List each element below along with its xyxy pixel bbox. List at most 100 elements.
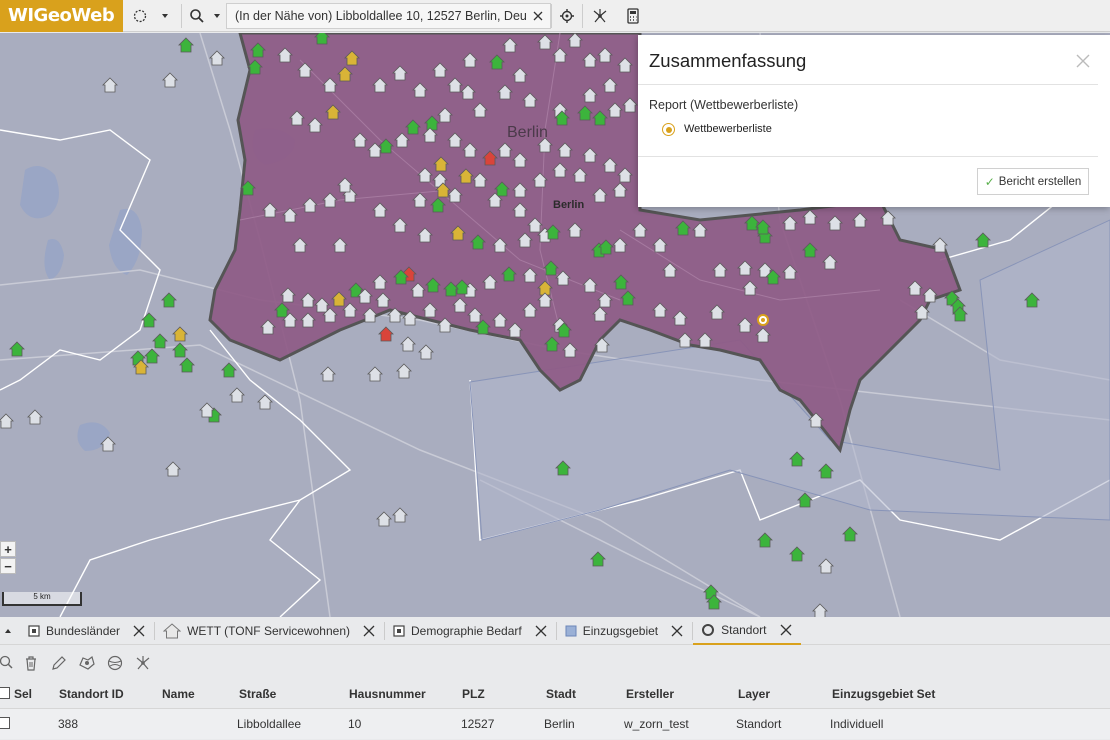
close-icon[interactable] [534,624,548,638]
search-mode-button[interactable] [182,0,212,32]
radio-selected-dot [665,126,672,133]
edit-button[interactable] [48,652,70,674]
close-icon[interactable] [670,624,684,638]
column-header-hausnummer[interactable]: Hausnummer [349,687,426,701]
network-icon [136,656,150,670]
collapse-panel-button[interactable] [0,617,20,645]
house-marker-green-icon[interactable] [314,33,330,45]
crosshair-icon [560,8,574,23]
tab-wett[interactable]: WETT (TONF Servicewohnen) [155,617,384,645]
column-header-plz[interactable]: PLZ [462,687,485,701]
column-header-layer[interactable]: Layer [738,687,770,701]
column-header-standort-id[interactable]: Standort ID [59,687,124,701]
search-input[interactable] [227,3,526,28]
house-icon [163,622,182,638]
tab-standort[interactable]: Standort [693,617,801,645]
layer-square-icon [28,624,40,637]
select-all-checkbox[interactable] [0,687,10,699]
results-table: Sel Standort ID Name Straße Hausnummer P… [0,679,1110,739]
dashed-circle-icon [133,9,147,22]
layer-tabs: Bundesländer WETT (TONF Servicewohnen) D… [0,617,1110,645]
column-header-strasse[interactable]: Straße [239,687,276,701]
table-header-row: Sel Standort ID Name Straße Hausnummer P… [0,679,1110,709]
summary-panel: Zusammenfassung Report (Wettbewerberlist… [638,35,1110,207]
cell-strasse: Libboldallee [237,717,302,731]
tab-demographie[interactable]: Demographie Bedarf [385,617,556,645]
column-header-name[interactable]: Name [162,687,195,701]
pencil-icon [52,656,66,670]
close-icon [1076,54,1090,68]
close-icon [533,11,543,20]
close-icon[interactable] [779,623,793,637]
tab-bundeslaender[interactable]: Bundesländer [20,617,154,645]
catchment-tool-button[interactable] [76,652,98,674]
zoom-out-button[interactable]: − [0,558,16,574]
caret-down-icon [162,13,168,18]
cell-ersteller: w_zorn_test [624,717,689,731]
create-report-button[interactable]: ✓ Bericht erstellen [977,168,1089,195]
circle-icon [702,623,715,636]
map-label-berlin: Berlin [507,124,548,141]
cell-stadt: Berlin [544,717,575,731]
tab-einzugsgebiet[interactable]: Einzugsgebiet [557,617,692,645]
cell-standort-id: 388 [58,717,79,731]
close-icon[interactable] [362,624,376,638]
divider [638,84,1098,85]
column-header-stadt[interactable]: Stadt [546,687,576,701]
network-button[interactable] [132,652,154,674]
globe-icon [107,655,123,671]
trash-icon [26,656,36,671]
area-square-icon [565,625,577,636]
locate-button[interactable] [552,0,582,32]
layer-square-icon [393,624,405,637]
grid-actions [0,651,154,675]
select-dropdown-button[interactable] [157,0,173,32]
search-field[interactable] [226,2,551,29]
tab-label: Bundesländer [46,623,121,638]
caret-up-icon [5,628,11,633]
tab-label: Einzugsgebiet [582,623,659,638]
cell-einzugsgebiet-set: Individuell [830,717,884,731]
column-header-sel[interactable]: Sel [14,687,32,701]
delete-button[interactable] [20,652,42,674]
caret-down-icon [214,13,220,18]
check-icon: ✓ [984,174,995,189]
tab-label: Standort [721,622,767,637]
zoom-in-button[interactable]: + [0,541,16,557]
summary-title: Zusammenfassung [649,50,807,71]
create-report-label: Bericht erstellen [998,175,1082,188]
scale-label: 5 km [33,592,51,601]
app-logo: WIGeoWeb [0,0,123,32]
tab-label: Demographie Bedarf [411,623,522,638]
zoom-to-button[interactable] [0,652,14,674]
report-label: Report (Wettbewerberliste) [649,98,799,112]
row-checkbox[interactable] [0,717,10,729]
report-option-radio[interactable] [662,123,675,136]
map-label-berlin-small: Berlin [553,199,584,211]
column-header-einzugsgebiet-set[interactable]: Einzugsgebiet Set [832,687,935,701]
lasso-select-button[interactable] [123,0,157,32]
bottom-panel: Bundesländer WETT (TONF Servicewohnen) D… [0,617,1110,740]
globe-button[interactable] [104,652,126,674]
search-clear-button[interactable] [526,4,550,28]
search-mode-dropdown[interactable] [212,0,222,32]
calculator-icon [627,7,639,24]
table-row[interactable]: 388 Libboldallee 10 12527 Berlin w_zorn_… [0,709,1110,739]
column-header-ersteller[interactable]: Ersteller [626,687,674,701]
cell-layer: Standort [736,717,782,731]
cell-plz: 12527 [461,717,495,731]
zoom-search-icon [0,655,13,669]
catchment-icon [79,655,95,670]
tab-label: WETT (TONF Servicewohnen) [187,623,350,638]
cell-hausnummer: 10 [348,717,362,731]
top-toolbar: WIGeoWeb [0,0,1110,32]
network-icon [593,8,607,22]
close-icon[interactable] [132,624,146,638]
calculator-button[interactable] [617,0,649,32]
network-tool-button[interactable] [583,0,617,32]
location-pin-icon[interactable] [757,314,769,326]
app-window: WIGeoWeb (In der Nähe von) Libboldallee … [0,0,1110,740]
scale-bar: 5 km [2,592,82,606]
report-option-label[interactable]: Wettbewerberliste [684,123,772,135]
summary-close-button[interactable] [1074,52,1092,70]
